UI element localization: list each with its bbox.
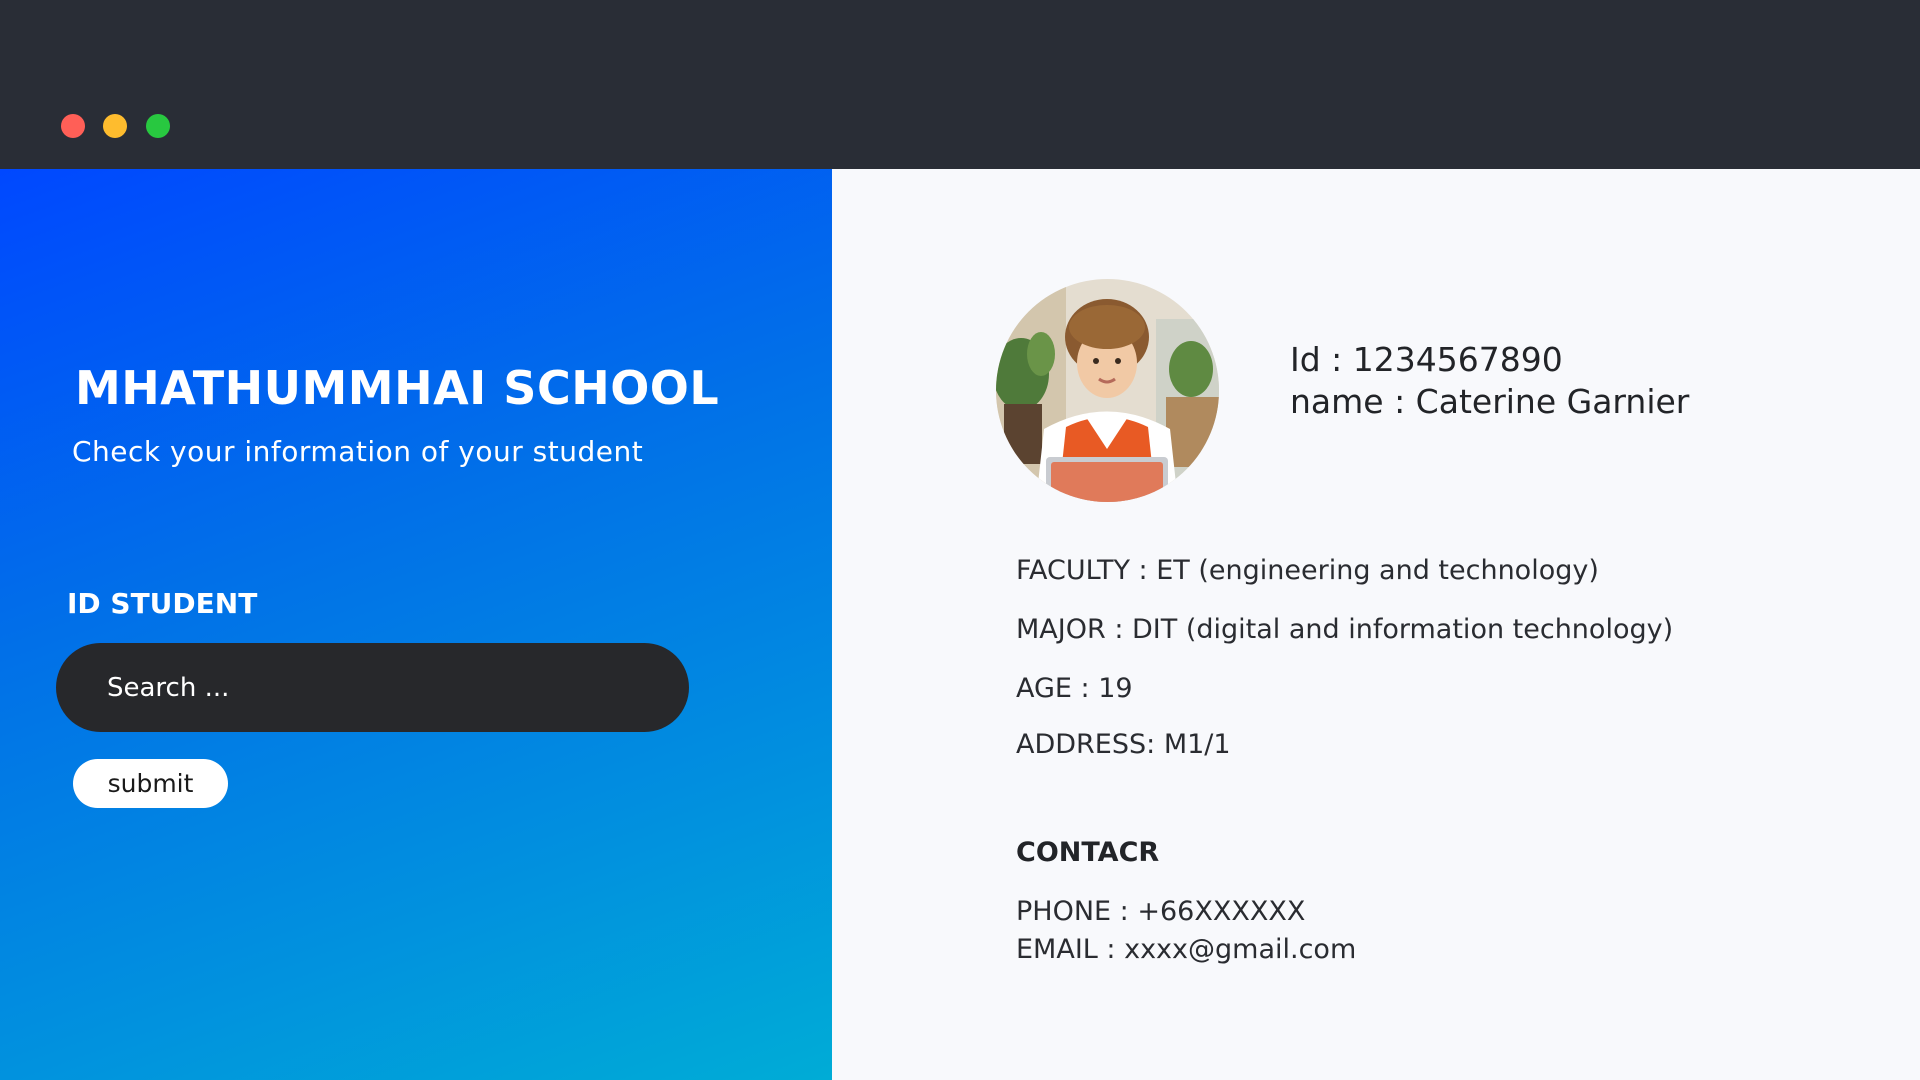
phone-text: PHONE : +66XXXXXX bbox=[1016, 896, 1306, 927]
faculty-text: FACULTY : ET (engineering and technology… bbox=[1016, 555, 1599, 586]
maximize-window-button[interactable] bbox=[146, 114, 170, 138]
school-title: MHATHUMMHAI SCHOOL bbox=[75, 361, 720, 415]
id-student-label: ID STUDENT bbox=[67, 587, 258, 620]
student-info-panel: Id : 1234567890 name : Caterine Garnier … bbox=[832, 169, 1920, 1080]
major-text: MAJOR : DIT (digital and information tec… bbox=[1016, 614, 1674, 645]
window-titlebar bbox=[0, 0, 1920, 169]
email-text: EMAIL : xxxx@gmail.com bbox=[1016, 934, 1357, 965]
search-field[interactable] bbox=[56, 643, 689, 732]
student-id-text: Id : 1234567890 bbox=[1290, 340, 1563, 379]
student-name-text: name : Caterine Garnier bbox=[1290, 382, 1690, 421]
close-window-button[interactable] bbox=[61, 114, 85, 138]
search-input[interactable] bbox=[107, 672, 647, 703]
student-photo-avatar bbox=[996, 279, 1219, 502]
minimize-window-button[interactable] bbox=[103, 114, 127, 138]
student-photo-icon bbox=[996, 279, 1219, 502]
contact-heading: CONTACR bbox=[1016, 837, 1160, 868]
address-text: ADDRESS: M1/1 bbox=[1016, 729, 1231, 760]
school-subtitle: Check your information of your student bbox=[72, 435, 644, 468]
submit-button[interactable]: submit bbox=[73, 759, 228, 808]
age-text: AGE : 19 bbox=[1016, 673, 1133, 704]
search-panel: MHATHUMMHAI SCHOOL Check your informatio… bbox=[0, 169, 832, 1080]
